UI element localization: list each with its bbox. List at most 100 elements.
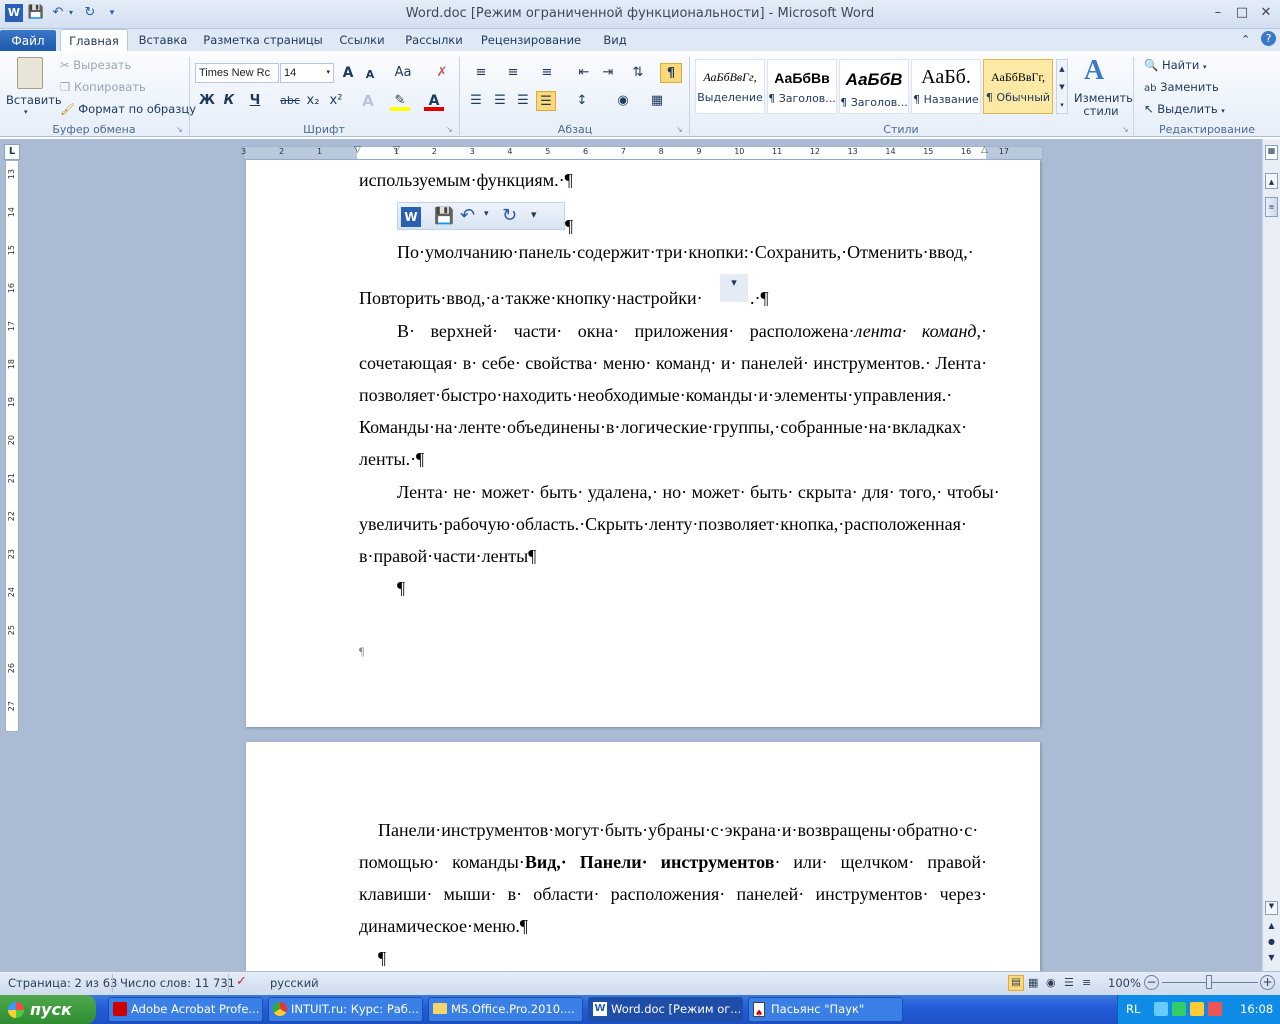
justify-icon[interactable]: ☰ — [536, 91, 556, 111]
underline-button[interactable]: Ч — [245, 91, 265, 111]
maximize-button[interactable]: □ — [1230, 4, 1254, 22]
bullets-icon[interactable]: ≡ — [468, 63, 494, 83]
draft-icon[interactable]: ≡ — [1082, 976, 1091, 989]
network-icon[interactable] — [1154, 1002, 1168, 1016]
shading-icon[interactable]: ◉ — [610, 91, 636, 111]
page-count[interactable]: Страница: 2 из 63 — [8, 976, 117, 990]
word-count[interactable]: Число слов: 11 731 — [120, 976, 235, 990]
grow-font-button[interactable]: A — [338, 63, 358, 83]
close-button[interactable]: ✕ — [1254, 4, 1278, 22]
taskbar-item-acrobat[interactable]: Adobe Acrobat Profe... — [108, 997, 263, 1022]
highlight-icon[interactable]: ✎ — [390, 91, 410, 111]
style-normal[interactable]: АаБбВвГг, ¶ Обычный — [983, 59, 1053, 114]
decrease-indent-icon[interactable]: ⇤ — [574, 63, 594, 83]
align-center-icon[interactable]: ☰ — [490, 91, 510, 111]
change-styles-icon[interactable]: A — [1084, 55, 1104, 87]
language-indicator[interactable]: RL — [1126, 995, 1140, 1024]
indent-marker-icon[interactable]: ▽ — [354, 145, 361, 155]
horizontal-ruler[interactable]: 3 2 1 1 2 3 4 5 6 7 8 9 10 11 12 13 14 15 16 17 ▽ ▽ △ — [241, 145, 1043, 160]
paste-dropdown-icon[interactable]: ▾ — [24, 108, 28, 116]
align-right-icon[interactable]: ☰ — [513, 91, 533, 111]
page-2[interactable]: Панели·инструментов·могут·быть·убраны·с·… — [246, 742, 1040, 982]
style-heading2[interactable]: АаБбВ ¶ Заголов... — [839, 59, 909, 114]
full-screen-icon[interactable]: ▦ — [1028, 976, 1038, 989]
superscript-button[interactable]: x² — [326, 91, 346, 111]
style-heading1[interactable]: АаБбВв ¶ Заголов... — [767, 59, 837, 114]
font-size-combo[interactable]: 14 ▾ — [280, 63, 334, 83]
right-indent-icon[interactable]: △ — [981, 145, 988, 155]
tab-insert[interactable]: Вставка — [132, 29, 194, 51]
help-icon[interactable]: ? — [1261, 31, 1276, 46]
cut-button[interactable]: ✂ Вырезать — [60, 58, 131, 72]
zoom-level[interactable]: 100% — [1108, 976, 1141, 990]
font-launcher-icon[interactable]: ↘ — [446, 125, 453, 134]
select-button[interactable]: ↖ Выделить ▾ — [1144, 102, 1225, 116]
outline-icon[interactable]: ☰ — [1064, 976, 1074, 989]
replace-button[interactable]: ab Заменить — [1144, 80, 1219, 94]
tray-app-icon[interactable] — [1190, 1002, 1204, 1016]
numbering-icon[interactable]: ≡ — [500, 63, 526, 83]
style-emphasis[interactable]: АаБбВвГг, Выделение — [695, 59, 765, 114]
view-ruler-icon[interactable]: ▦ — [1265, 145, 1278, 160]
tray-app-icon[interactable] — [1172, 1002, 1186, 1016]
change-styles-button[interactable]: Изменить стили — [1074, 92, 1133, 118]
borders-icon[interactable]: ▦ — [644, 91, 670, 111]
increase-indent-icon[interactable]: ⇥ — [598, 63, 618, 83]
browse-object-icon[interactable]: ● — [1265, 937, 1278, 951]
tab-file[interactable]: Файл — [0, 30, 56, 52]
align-left-icon[interactable]: ☰ — [466, 91, 486, 111]
tab-view[interactable]: Вид — [592, 29, 638, 51]
scroll-thumb[interactable]: ≡ — [1265, 197, 1278, 217]
taskbar-item-chrome[interactable]: INTUIT.ru: Курс: Раб... — [268, 997, 423, 1022]
tab-mailings[interactable]: Рассылки — [398, 29, 470, 51]
zoom-out-icon[interactable]: − — [1144, 975, 1159, 990]
shrink-font-button[interactable]: A — [360, 65, 380, 85]
styles-scroll[interactable]: ▲ ▼ ▾ — [1056, 59, 1068, 114]
bold-button[interactable]: Ж — [197, 91, 217, 111]
start-button[interactable]: пуск — [0, 995, 96, 1024]
tab-references[interactable]: Ссылки — [332, 29, 392, 51]
format-painter-button[interactable]: 🖌 Формат по образцу — [60, 102, 196, 116]
find-button[interactable]: 🔍 Найти ▾ — [1144, 58, 1207, 72]
sort-icon[interactable]: ⇅ — [628, 63, 648, 83]
page-1[interactable]: используемым·функциям.·¶ W 💾 ↶ ▾ ↻ ▾ ¶ П… — [246, 160, 1040, 727]
change-case-button[interactable]: Aa — [390, 63, 416, 83]
minimize-ribbon-icon[interactable]: ⌃ — [1241, 33, 1250, 46]
copy-button[interactable]: ❐ Копировать — [60, 80, 146, 94]
tab-stop-selector[interactable]: L — [4, 144, 20, 160]
paste-button[interactable] — [10, 55, 50, 95]
tab-page-layout[interactable]: Разметка страницы — [200, 29, 326, 51]
italic-button[interactable]: К — [219, 91, 239, 111]
strikethrough-button[interactable]: abc — [278, 91, 302, 111]
clock[interactable]: 16:08 — [1240, 995, 1273, 1024]
font-name-combo[interactable]: Times New Rc — [195, 63, 279, 83]
first-line-indent-icon[interactable]: ▽ — [393, 145, 400, 155]
taskbar-item-word[interactable]: W Word.doc [Режим ог... — [588, 997, 743, 1022]
previous-page-icon[interactable]: ▲ — [1265, 921, 1278, 935]
vertical-ruler[interactable]: 13 14 15 16 17 18 19 20 21 22 23 24 25 26 27 — [5, 160, 19, 732]
zoom-in-icon[interactable]: + — [1260, 975, 1275, 990]
print-layout-icon[interactable]: ▤ — [1008, 975, 1024, 991]
language[interactable]: русский — [270, 976, 319, 990]
taskbar-item-solitaire[interactable]: ♠ Пасьянс "Паук" — [748, 997, 903, 1022]
style-title[interactable]: АаБб. ¶ Название — [911, 59, 981, 114]
tab-review[interactable]: Рецензирование — [476, 29, 586, 51]
line-spacing-icon[interactable]: ↕ — [569, 91, 595, 111]
subscript-button[interactable]: x₂ — [303, 91, 323, 111]
zoom-slider-thumb[interactable] — [1206, 975, 1212, 989]
taskbar-item-folder[interactable]: MS.Office.Pro.2010.... — [428, 997, 583, 1022]
clipboard-launcher-icon[interactable]: ↘ — [176, 125, 183, 134]
scroll-down-icon[interactable]: ▼ — [1265, 901, 1278, 915]
vertical-scrollbar[interactable]: ▦ ▲ ≡ ▼ ▲ ● ▼ — [1262, 139, 1280, 971]
styles-launcher-icon[interactable]: ↘ — [1122, 125, 1129, 134]
show-marks-button[interactable]: ¶ — [660, 63, 682, 83]
text-effects-icon[interactable]: A — [358, 91, 378, 111]
next-page-icon[interactable]: ▼ — [1265, 953, 1278, 967]
clear-formatting-icon[interactable]: ✗ — [432, 63, 452, 83]
multilevel-list-icon[interactable]: ≡ — [534, 63, 560, 83]
scroll-up-icon[interactable]: ▲ — [1265, 173, 1278, 189]
proofing-icon[interactable]: ✓ — [236, 974, 247, 989]
paragraph-launcher-icon[interactable]: ↘ — [676, 125, 683, 134]
web-layout-icon[interactable]: ◉ — [1046, 976, 1056, 989]
tab-home[interactable]: Главная — [60, 29, 128, 52]
